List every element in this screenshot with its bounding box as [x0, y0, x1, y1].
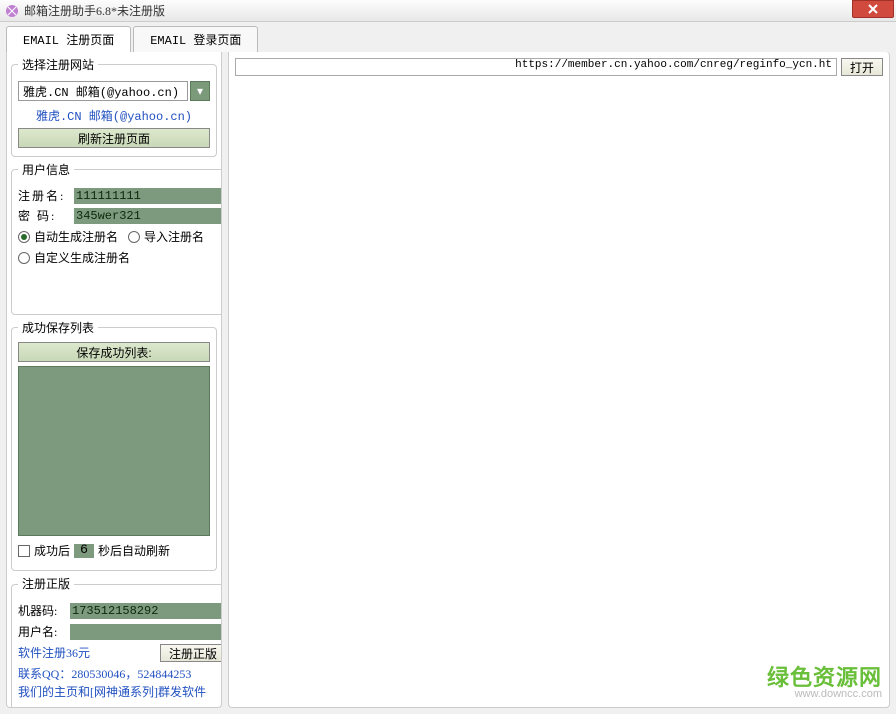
site-combo-dropdown[interactable]: ▾	[190, 81, 210, 101]
reg-name-input[interactable]	[74, 188, 222, 204]
machine-code-input[interactable]	[70, 603, 222, 619]
site-select-group: 选择注册网站 雅虎.CN 邮箱(@yahoo.cn) ▾ 雅虎.CN 邮箱(@y…	[11, 56, 217, 157]
radio-icon	[18, 231, 30, 243]
reg-name-label: 注册名:	[18, 187, 70, 204]
browser-panel: https://member.cn.yahoo.com/cnreg/reginf…	[228, 52, 890, 708]
radio-custom[interactable]: 自定义生成注册名	[18, 249, 130, 266]
site-combo[interactable]: 雅虎.CN 邮箱(@yahoo.cn)	[18, 81, 188, 101]
save-list-group: 成功保存列表 保存成功列表: 成功后 秒后自动刷新	[11, 319, 217, 571]
chevron-down-icon: ▾	[197, 84, 203, 99]
machine-code-label: 机器码:	[18, 602, 66, 620]
radio-icon	[18, 252, 30, 264]
user-info-legend: 用户信息	[18, 161, 74, 178]
reg-username-input[interactable]	[70, 624, 222, 640]
save-list-legend: 成功保存列表	[18, 319, 98, 336]
auto-refresh-label: 秒后自动刷新	[98, 542, 170, 559]
password-label: 密 码:	[18, 207, 70, 224]
tab-register[interactable]: EMAIL 注册页面	[6, 26, 131, 52]
contact-link[interactable]: 联系QQ：280530046，524844253	[18, 665, 222, 683]
tab-bar: EMAIL 注册页面 EMAIL 登录页面	[0, 22, 896, 52]
fee-link[interactable]: 软件注册36元	[18, 644, 156, 662]
open-button[interactable]: 打开	[841, 58, 883, 76]
save-list-area[interactable]	[18, 366, 210, 536]
radio-icon	[128, 231, 140, 243]
radio-import[interactable]: 导入注册名	[128, 228, 204, 245]
seconds-input[interactable]	[74, 544, 94, 558]
site-select-legend: 选择注册网站	[18, 56, 98, 73]
radio-auto-generate[interactable]: 自动生成注册名	[18, 228, 118, 245]
after-success-label: 成功后	[34, 542, 70, 559]
reg-username-label: 用户名:	[18, 623, 66, 641]
left-panel: 选择注册网站 雅虎.CN 邮箱(@yahoo.cn) ▾ 雅虎.CN 邮箱(@y…	[6, 52, 222, 708]
register-legend: 注册正版	[18, 575, 74, 593]
save-list-header-button[interactable]: 保存成功列表:	[18, 342, 210, 362]
tab-login[interactable]: EMAIL 登录页面	[133, 26, 258, 52]
password-input[interactable]	[74, 208, 222, 224]
homepage-link[interactable]: 我们的主页和[网神通系列]群发软件	[18, 683, 222, 701]
auto-refresh-checkbox[interactable]	[18, 545, 30, 557]
register-group: 注册正版 机器码: 用户名: 软件注册36元 注册正版 联系QQ：2805300…	[11, 575, 222, 708]
window-title: 邮箱注册助手6.8*未注册版	[24, 2, 165, 19]
app-icon	[4, 3, 20, 19]
site-link[interactable]: 雅虎.CN 邮箱(@yahoo.cn)	[18, 107, 210, 124]
titlebar: 邮箱注册助手6.8*未注册版	[0, 0, 896, 22]
url-input[interactable]: https://member.cn.yahoo.com/cnreg/reginf…	[235, 58, 837, 76]
refresh-page-button[interactable]: 刷新注册页面	[18, 128, 210, 148]
register-button[interactable]: 注册正版	[160, 644, 222, 662]
user-info-group: 用户信息 注册名: 密 码: 自动生成注册名 导入注册名	[11, 161, 222, 315]
close-button[interactable]	[852, 0, 894, 18]
